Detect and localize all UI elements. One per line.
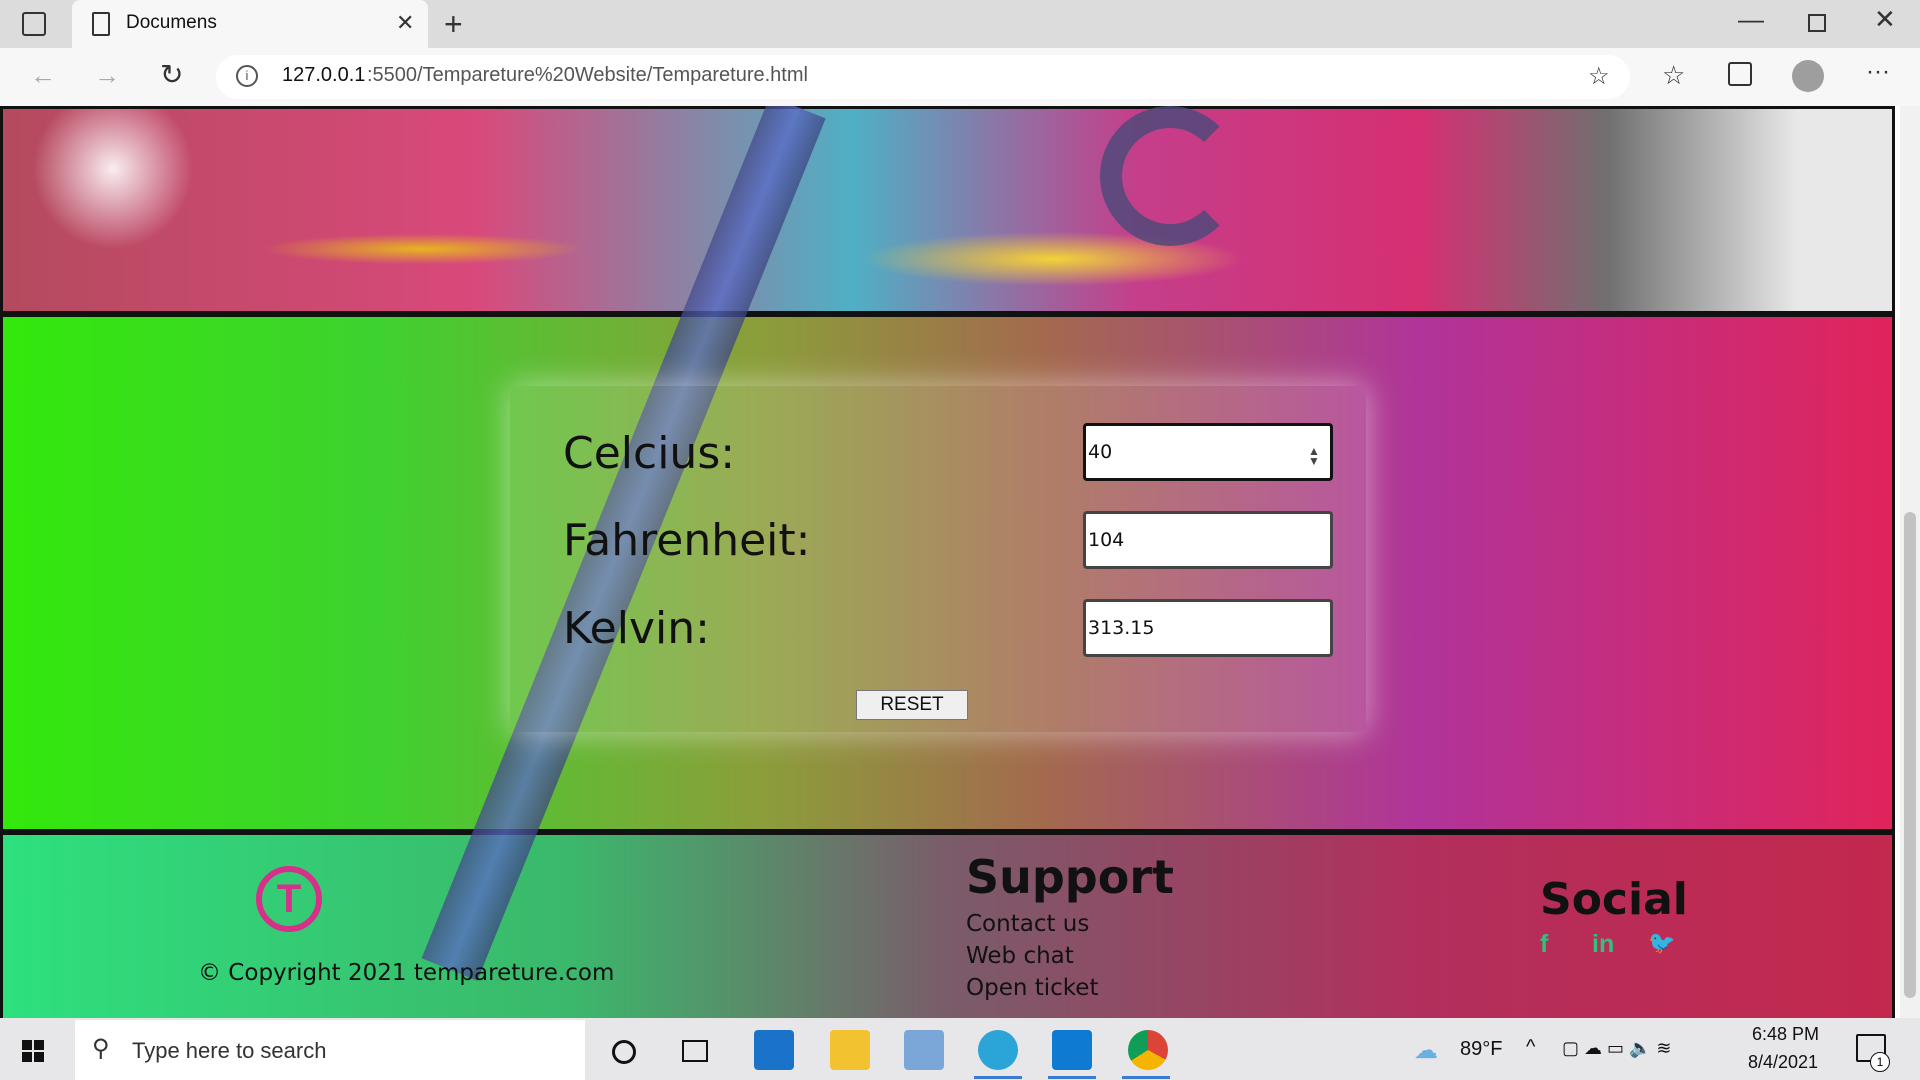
mail-app-icon[interactable]	[754, 1030, 794, 1070]
start-logo-tile	[34, 1052, 44, 1062]
back-icon[interactable]: ←	[30, 60, 56, 91]
site-logo: T	[256, 866, 322, 932]
weather-temp[interactable]: 89°F	[1460, 1038, 1502, 1061]
profile-avatar[interactable]	[1792, 60, 1824, 92]
task-view-icon[interactable]	[682, 1040, 708, 1062]
clock-date[interactable]: 8/4/2021	[1748, 1052, 1818, 1073]
favorites-icon[interactable]: ☆	[1662, 60, 1685, 91]
add-favorite-icon[interactable]: ☆	[1588, 62, 1610, 91]
kelvin-label: Kelvin:	[563, 603, 710, 654]
twitter-icon[interactable]: 🐦	[1648, 930, 1675, 956]
active-app-indicator	[1122, 1076, 1170, 1079]
reset-button[interactable]: RESET	[856, 690, 968, 720]
number-spinner-icon[interactable]: ▲ ▼	[1308, 445, 1320, 467]
start-logo-tile	[34, 1040, 44, 1050]
linkedin-icon[interactable]: in	[1592, 930, 1614, 959]
document-icon	[92, 12, 110, 36]
close-window-icon[interactable]: ✕	[1874, 4, 1896, 35]
hero-banner	[0, 106, 1895, 314]
start-logo-tile	[22, 1052, 32, 1062]
thermometer-hook-graphic	[1100, 106, 1240, 246]
notification-badge: 1	[1870, 1052, 1890, 1072]
close-tab-icon[interactable]: ✕	[396, 10, 414, 36]
active-app-indicator	[1048, 1076, 1096, 1079]
active-app-indicator	[974, 1076, 1022, 1079]
restore-icon[interactable]	[1808, 14, 1826, 32]
copyright-text: © Copyright 2021 tempareture.com	[198, 960, 615, 986]
refresh-icon[interactable]: ↻	[160, 58, 183, 91]
edge-icon[interactable]	[978, 1030, 1018, 1070]
fahrenheit-label: Fahrenheit:	[563, 515, 811, 566]
url-host: 127.0.0.1	[282, 64, 366, 86]
clock-time[interactable]: 6:48 PM	[1752, 1024, 1819, 1045]
file-explorer-icon[interactable]	[830, 1030, 870, 1070]
system-tray-icons[interactable]: ▢ ☁ ▭ 🔈 ≋	[1562, 1038, 1672, 1059]
start-button[interactable]	[22, 1040, 44, 1062]
chevron-up-icon[interactable]: ^	[1526, 1036, 1535, 1059]
search-icon: ⚲	[92, 1035, 110, 1062]
open-ticket-link[interactable]: Open ticket	[966, 975, 1098, 1001]
site-info-icon[interactable]: i	[236, 65, 258, 87]
taskbar-search-placeholder: Type here to search	[132, 1038, 327, 1063]
tab-title: Documens	[126, 12, 217, 33]
scrollbar-thumb[interactable]	[1904, 512, 1916, 998]
contact-us-link[interactable]: Contact us	[966, 911, 1089, 937]
vscode-icon[interactable]	[1052, 1030, 1092, 1070]
facebook-icon[interactable]: f	[1540, 930, 1548, 959]
minimize-icon[interactable]: —	[1738, 4, 1764, 35]
support-heading: Support	[966, 850, 1175, 904]
start-logo-tile	[22, 1040, 32, 1050]
fahrenheit-input[interactable]: 104	[1083, 511, 1333, 569]
app-icon[interactable]	[904, 1030, 944, 1070]
tab-actions-icon[interactable]	[22, 12, 46, 36]
social-heading: Social	[1540, 874, 1688, 925]
celsius-label: Celcius:	[563, 428, 736, 479]
new-tab-button[interactable]: +	[444, 6, 463, 43]
weather-icon: ☁	[1414, 1037, 1438, 1064]
collections-icon[interactable]	[1728, 62, 1752, 86]
more-menu-icon[interactable]: ···	[1866, 58, 1890, 86]
url-path: :5500/Tempareture%20Website/Tempareture.…	[367, 64, 808, 86]
forward-icon[interactable]: →	[94, 60, 120, 91]
chrome-icon[interactable]	[1128, 1030, 1168, 1070]
web-chat-link[interactable]: Web chat	[966, 943, 1074, 969]
celsius-input[interactable]: 40	[1083, 423, 1333, 481]
kelvin-input[interactable]: 313.15	[1083, 599, 1333, 657]
cortana-icon[interactable]	[612, 1040, 636, 1064]
